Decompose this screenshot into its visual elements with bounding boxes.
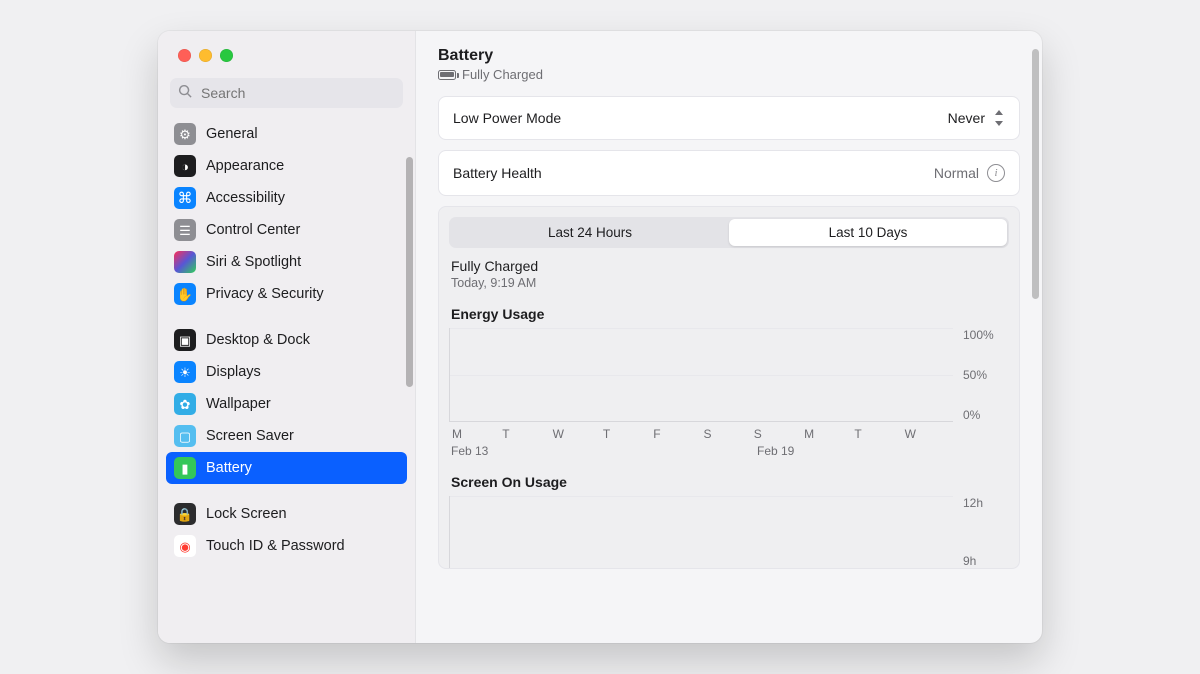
sidebar-item-label: Screen Saver xyxy=(206,428,294,444)
y-tick: 50% xyxy=(963,368,1009,382)
pane-header: Battery Fully Charged xyxy=(438,47,1020,82)
battery-icon: ▮ xyxy=(174,457,196,479)
sidebar-item-label: Accessibility xyxy=(206,190,285,206)
system-settings-window: ⚙ General ◑ Appearance ⌘ Accessibility ☰… xyxy=(158,31,1042,643)
minimize-window-button[interactable] xyxy=(199,49,212,62)
last-charge-title: Fully Charged xyxy=(451,258,1007,274)
sidebar-item-accessibility[interactable]: ⌘ Accessibility xyxy=(166,182,407,214)
content-scrollbar[interactable] xyxy=(1032,49,1039,299)
sidebar-item-siri-spotlight[interactable]: Siri & Spotlight xyxy=(166,246,407,278)
x-tick: W xyxy=(903,427,953,441)
search-input[interactable] xyxy=(199,84,395,102)
x-tick: F xyxy=(651,427,701,441)
time-range-segmented: Last 24 Hours Last 10 Days xyxy=(449,217,1009,248)
y-tick: 100% xyxy=(963,328,1009,342)
usage-graph-card: Last 24 Hours Last 10 Days Fully Charged… xyxy=(438,206,1020,569)
screen-on-yaxis: 12h 9h xyxy=(963,496,1009,568)
last-charge-time: Today, 9:19 AM xyxy=(451,276,1007,290)
fingerprint-icon: ◉ xyxy=(174,535,196,557)
y-tick: 12h xyxy=(963,496,1009,510)
page-title: Battery xyxy=(438,47,1020,65)
x-tick: T xyxy=(601,427,651,441)
sidebar-item-label: Desktop & Dock xyxy=(206,332,310,348)
battery-status-text: Fully Charged xyxy=(462,67,543,82)
sidebar-item-label: Wallpaper xyxy=(206,396,271,412)
zoom-window-button[interactable] xyxy=(220,49,233,62)
energy-usage-date-axis: Feb 13 Feb 19 xyxy=(451,444,1007,458)
x-tick: S xyxy=(701,427,751,441)
sidebar-item-label: Siri & Spotlight xyxy=(206,254,301,270)
energy-usage-title: Energy Usage xyxy=(451,306,1007,322)
energy-usage-yaxis: 100% 50% 0% xyxy=(963,328,1009,444)
battery-status-icon xyxy=(438,70,456,80)
battery-health-label: Battery Health xyxy=(453,165,542,181)
sidebar-item-label: Displays xyxy=(206,364,261,380)
low-power-mode-row: Low Power Mode Never xyxy=(438,96,1020,140)
screen-saver-icon: ▢ xyxy=(174,425,196,447)
x-tick: S xyxy=(752,427,802,441)
accessibility-icon: ⌘ xyxy=(174,187,196,209)
x-tick: T xyxy=(852,427,902,441)
hand-icon: ✋ xyxy=(174,283,196,305)
tab-last-10-days[interactable]: Last 10 Days xyxy=(729,219,1007,246)
sidebar-item-label: Lock Screen xyxy=(206,506,287,522)
wallpaper-icon: ✿ xyxy=(174,393,196,415)
screen-on-plot xyxy=(449,496,953,568)
sidebar-item-label: Appearance xyxy=(206,158,284,174)
sidebar-scrollbar[interactable] xyxy=(406,157,413,387)
search-icon xyxy=(178,84,193,102)
sidebar-item-label: General xyxy=(206,126,258,142)
appearance-icon: ◑ xyxy=(174,155,196,177)
dock-icon: ▣ xyxy=(174,329,196,351)
chevron-updown-icon xyxy=(993,110,1005,126)
low-power-mode-label: Low Power Mode xyxy=(453,110,561,126)
window-controls xyxy=(158,31,415,74)
screen-on-chart: 12h 9h xyxy=(449,496,1009,568)
battery-health-row: Battery Health Normal i xyxy=(438,150,1020,196)
sidebar-item-label: Touch ID & Password xyxy=(206,538,345,554)
x-tick: W xyxy=(551,427,601,441)
sidebar-item-label: Privacy & Security xyxy=(206,286,324,302)
low-power-mode-value: Never xyxy=(948,110,985,126)
sidebar-item-displays[interactable]: ☀ Displays xyxy=(166,356,407,388)
control-center-icon: ☰ xyxy=(174,219,196,241)
x-tick: M xyxy=(802,427,852,441)
screen-on-title: Screen On Usage xyxy=(451,474,1007,490)
y-tick: 0% xyxy=(963,408,1009,422)
battery-health-value: Normal xyxy=(934,165,979,181)
close-window-button[interactable] xyxy=(178,49,191,62)
last-charge-status: Fully Charged Today, 9:19 AM xyxy=(451,258,1007,290)
y-tick: 9h xyxy=(963,554,1009,568)
sidebar-item-screen-saver[interactable]: ▢ Screen Saver xyxy=(166,420,407,452)
sidebar: ⚙ General ◑ Appearance ⌘ Accessibility ☰… xyxy=(158,31,416,643)
sidebar-item-desktop-dock[interactable]: ▣ Desktop & Dock xyxy=(166,324,407,356)
sidebar-item-control-center[interactable]: ☰ Control Center xyxy=(166,214,407,246)
lock-icon: 🔒 xyxy=(174,503,196,525)
x-tick: T xyxy=(500,427,550,441)
sidebar-item-label: Control Center xyxy=(206,222,300,238)
content-pane: Battery Fully Charged Low Power Mode Nev… xyxy=(416,31,1042,643)
info-icon[interactable]: i xyxy=(987,164,1005,182)
energy-usage-chart: MTWTFSSMTW 100%50%0% xyxy=(449,328,1009,444)
x-tick: M xyxy=(450,427,500,441)
sidebar-item-wallpaper[interactable]: ✿ Wallpaper xyxy=(166,388,407,420)
gear-icon: ⚙ xyxy=(174,123,196,145)
energy-usage-plot: MTWTFSSMTW xyxy=(449,328,953,422)
search-field[interactable] xyxy=(170,78,403,108)
sidebar-item-lock-screen[interactable]: 🔒 Lock Screen xyxy=(166,498,407,530)
sidebar-item-touch-id[interactable]: ◉ Touch ID & Password xyxy=(166,530,407,562)
sidebar-item-battery[interactable]: ▮ Battery xyxy=(166,452,407,484)
low-power-mode-popup[interactable]: Never xyxy=(948,110,1005,126)
siri-icon xyxy=(174,251,196,273)
displays-icon: ☀ xyxy=(174,361,196,383)
sidebar-list: ⚙ General ◑ Appearance ⌘ Accessibility ☰… xyxy=(158,116,415,643)
sidebar-item-label: Battery xyxy=(206,460,252,476)
tab-last-24-hours[interactable]: Last 24 Hours xyxy=(451,219,729,246)
sidebar-item-general[interactable]: ⚙ General xyxy=(166,118,407,150)
sidebar-item-privacy-security[interactable]: ✋ Privacy & Security xyxy=(166,278,407,310)
sidebar-item-appearance[interactable]: ◑ Appearance xyxy=(166,150,407,182)
